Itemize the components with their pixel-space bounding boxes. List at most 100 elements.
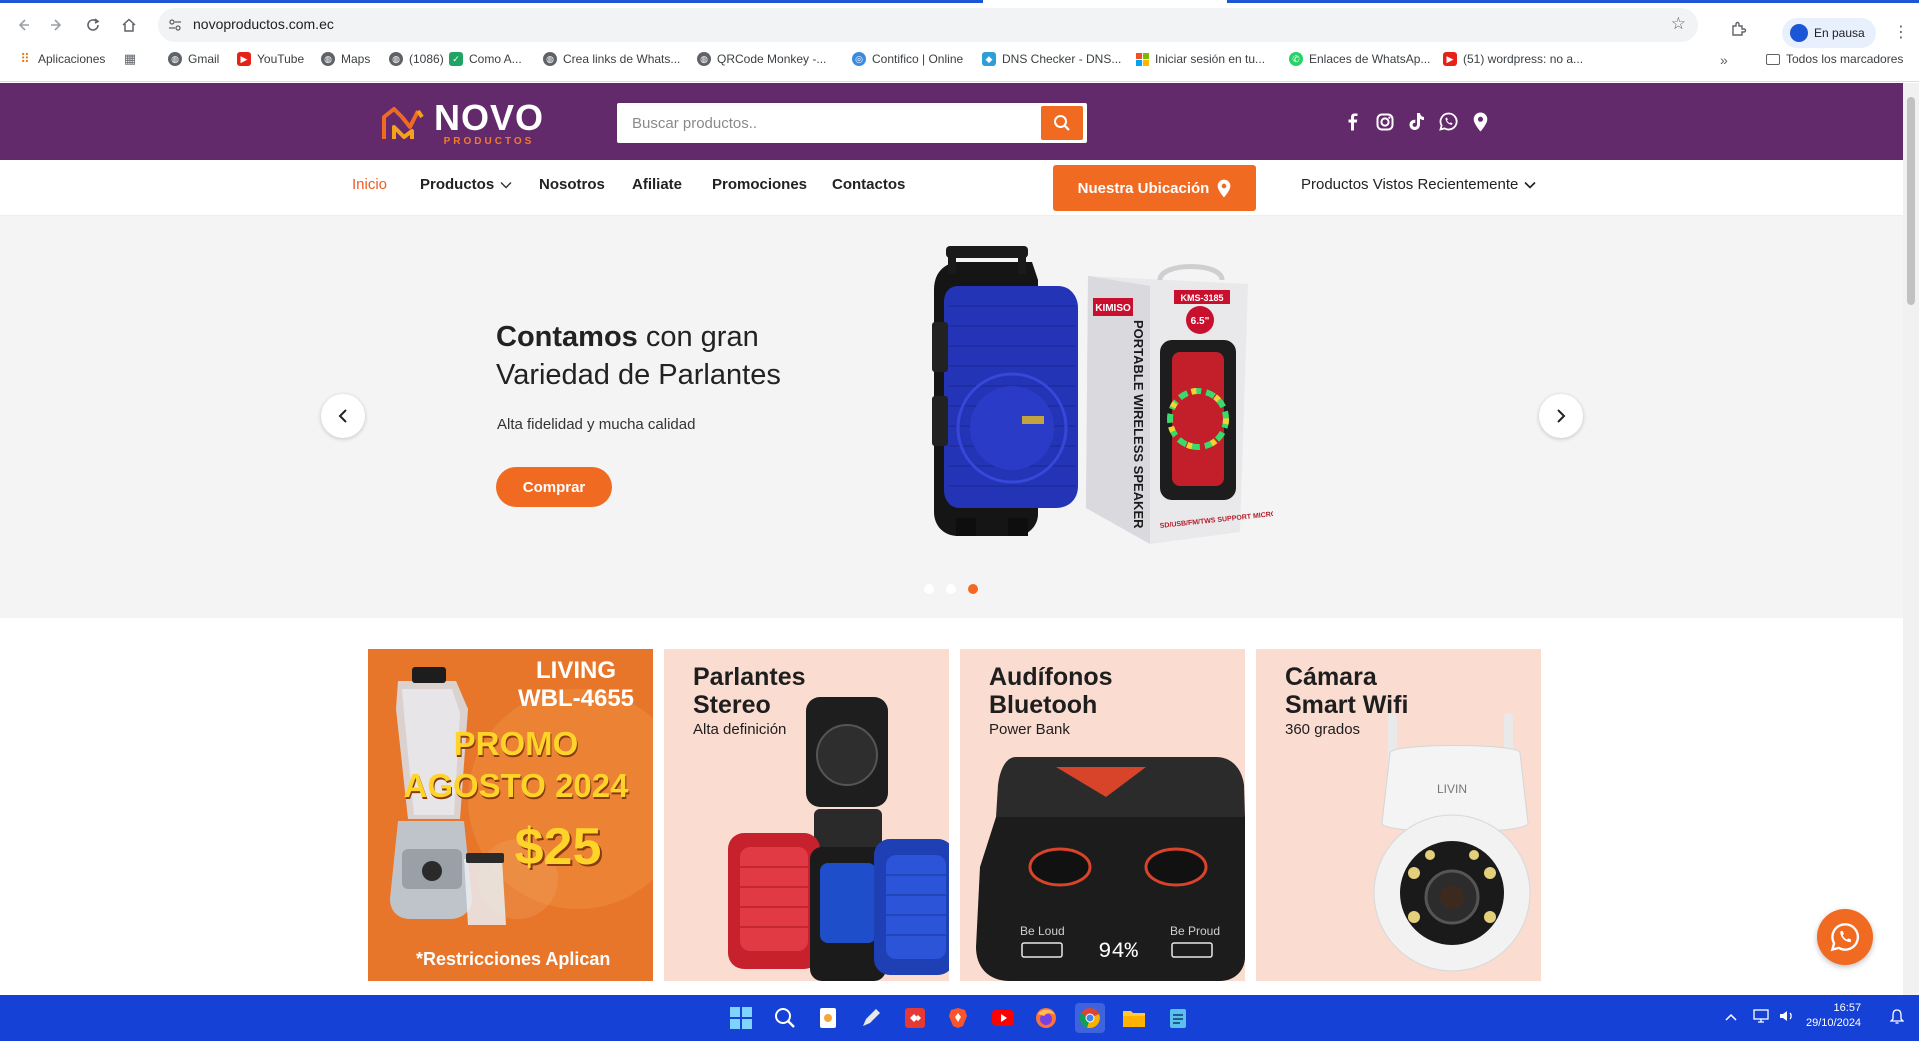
nav-productos[interactable]: Productos [420, 176, 512, 193]
nav-inicio[interactable]: Inicio [352, 176, 387, 193]
site-logo[interactable]: NOVO PRODUCTOS [380, 99, 544, 147]
url-text[interactable]: novoproductos.com.ec [193, 16, 334, 32]
category-card-speakers[interactable]: Parlantes Stereo Alta definición [664, 649, 949, 981]
file-explorer-icon[interactable] [1119, 1003, 1149, 1033]
bookmark-iniciar-sesion[interactable]: Iniciar sesión en tu... [1135, 52, 1265, 66]
notes-app-icon[interactable] [813, 1003, 843, 1033]
tray-chevron-up-icon[interactable] [1725, 1009, 1737, 1024]
notifications-icon[interactable] [1889, 1009, 1905, 1028]
grid-icon: ▦ [123, 51, 137, 66]
bookmark-apps[interactable]: ⠿ Aplicaciones [18, 51, 105, 66]
bookmarks-overflow-icon[interactable]: » [1720, 52, 1728, 68]
slider-prev-button[interactable] [321, 394, 365, 438]
social-links [1342, 111, 1491, 132]
bookmark-gmail[interactable]: ◍ Gmail [168, 52, 219, 66]
brand-text: NOVO PRODUCTOS [434, 99, 544, 147]
bookmark-qrcode[interactable]: ◍ QRCode Monkey -... [697, 52, 826, 66]
home-icon[interactable] [116, 12, 142, 38]
taskbar-clock[interactable]: 16:57 29/10/2024 [1806, 1001, 1861, 1031]
windows-start-icon[interactable] [726, 1003, 756, 1033]
bookmark-como[interactable]: ✓ Como A... [449, 52, 522, 66]
whatsapp-icon[interactable] [1438, 111, 1459, 132]
map-pin-icon[interactable] [1470, 111, 1491, 132]
nav-afiliate[interactable]: Afiliate [632, 176, 682, 193]
network-icon[interactable] [1753, 1009, 1769, 1026]
page-scrollbar[interactable] [1903, 83, 1919, 995]
youtube-icon: ▶ [237, 52, 251, 66]
nav-promociones[interactable]: Promociones [712, 176, 807, 193]
tiktok-icon[interactable] [1406, 111, 1427, 132]
bookmark-dns-checker[interactable]: ◆ DNS Checker - DNS... [982, 52, 1121, 66]
slider-dot-active[interactable] [968, 584, 978, 594]
card-title: Audífonos Bluetooh [989, 663, 1113, 719]
profile-button[interactable]: En pausa [1782, 18, 1876, 48]
buy-button[interactable]: Comprar [496, 467, 612, 507]
slider-next-button[interactable] [1539, 394, 1583, 438]
facebook-icon[interactable] [1342, 111, 1363, 132]
bookmark-label: Gmail [188, 52, 220, 66]
promo-card[interactable]: LIVING WBL-4655 PROMO AGOSTO 2024 $25 *R… [368, 649, 653, 981]
site-settings-icon[interactable] [166, 16, 184, 34]
card-subtitle: Power Bank [989, 721, 1070, 738]
slider-dot[interactable] [946, 584, 956, 594]
chevron-left-icon [338, 409, 347, 423]
location-button[interactable]: Nuestra Ubicación [1053, 165, 1256, 211]
browser-chrome: novoproductos.com.ec ☆ En pausa ⋮ ⠿ Apli… [0, 0, 1919, 82]
search-icon[interactable] [770, 1003, 800, 1033]
folder-icon [1766, 53, 1780, 65]
nav-contactos[interactable]: Contactos [832, 176, 905, 193]
bookmark-1086[interactable]: ◍ (1086) [389, 52, 444, 66]
slider-dot[interactable] [924, 584, 934, 594]
globe-icon: ◍ [543, 52, 557, 66]
notepad-icon[interactable] [1163, 1003, 1193, 1033]
recently-viewed-dropdown[interactable]: Productos Vistos Recientemente [1301, 176, 1536, 193]
firefox-icon[interactable] [1031, 1003, 1061, 1033]
main-nav: Inicio Productos Nosotros Afiliate Promo… [0, 160, 1903, 216]
extensions-icon[interactable] [1730, 20, 1750, 38]
anydesk-icon[interactable] [900, 1003, 930, 1033]
bookmark-label: Como A... [469, 52, 522, 66]
browser-menu-icon[interactable]: ⋮ [1893, 22, 1909, 42]
bookmark-wordpress[interactable]: ▶ (51) wordpress: no a... [1443, 52, 1583, 66]
pen-tool-icon[interactable] [856, 1003, 886, 1033]
bookmark-label: Iniciar sesión en tu... [1155, 52, 1266, 66]
hero-title-rest: con gran [637, 321, 759, 353]
scrollbar-thumb[interactable] [1907, 97, 1915, 305]
volume-icon[interactable] [1779, 1009, 1795, 1026]
back-icon[interactable] [10, 12, 36, 38]
box-brand-label: KIMISO [1095, 303, 1131, 314]
youtube-app-icon[interactable] [988, 1003, 1018, 1033]
reload-icon[interactable] [80, 12, 106, 38]
chrome-icon[interactable] [1075, 1003, 1105, 1033]
bookmark-crea-links[interactable]: ◍ Crea links de Whats... [543, 52, 680, 66]
promo-line-1: LIVING [536, 657, 617, 684]
hero-slider: Contamos con gran Variedad de Parlantes … [0, 216, 1903, 618]
whatsapp-icon: ✆ [1289, 52, 1303, 66]
search-icon [1054, 115, 1070, 131]
windows-taskbar: 16:57 29/10/2024 [0, 995, 1919, 1041]
instagram-icon[interactable] [1374, 111, 1395, 132]
category-card-camera[interactable]: Cámara Smart Wifi 360 grados LIVIN [1256, 649, 1541, 981]
search-button[interactable] [1041, 106, 1083, 140]
bookmark-star-icon[interactable]: ☆ [1671, 14, 1686, 34]
brand-subtitle: PRODUCTOS [443, 135, 535, 147]
address-bar[interactable]: novoproductos.com.ec ☆ [158, 8, 1698, 42]
forward-icon[interactable] [44, 12, 70, 38]
bookmark-label: Enlaces de WhatsAp... [1309, 52, 1431, 66]
location-label: Nuestra Ubicación [1077, 179, 1210, 197]
promo-price: $25 [514, 818, 602, 876]
bookmark-youtube[interactable]: ▶ YouTube [237, 52, 304, 66]
nav-nosotros[interactable]: Nosotros [539, 176, 605, 193]
brave-browser-icon[interactable] [943, 1003, 973, 1033]
bookmark-maps[interactable]: ◍ Maps [321, 52, 370, 66]
bookmark-enlaces-whatsapp[interactable]: ✆ Enlaces de WhatsAp... [1289, 52, 1430, 66]
whatsapp-float-button[interactable] [1817, 909, 1873, 965]
card-title-line-1: Audífonos [989, 663, 1113, 691]
bookmark-contifico[interactable]: ◎ Contifico | Online [852, 52, 963, 66]
all-bookmarks[interactable]: Todos los marcadores [1766, 52, 1903, 66]
bookmark-grid[interactable]: ▦ [123, 51, 137, 66]
category-card-headphones[interactable]: Audífonos Bluetooh Power Bank Be Loud Be… [960, 649, 1245, 981]
card-subtitle: 360 grados [1285, 721, 1361, 738]
promo-line-2: WBL-4655 [518, 685, 635, 712]
search-input[interactable] [617, 103, 1041, 143]
